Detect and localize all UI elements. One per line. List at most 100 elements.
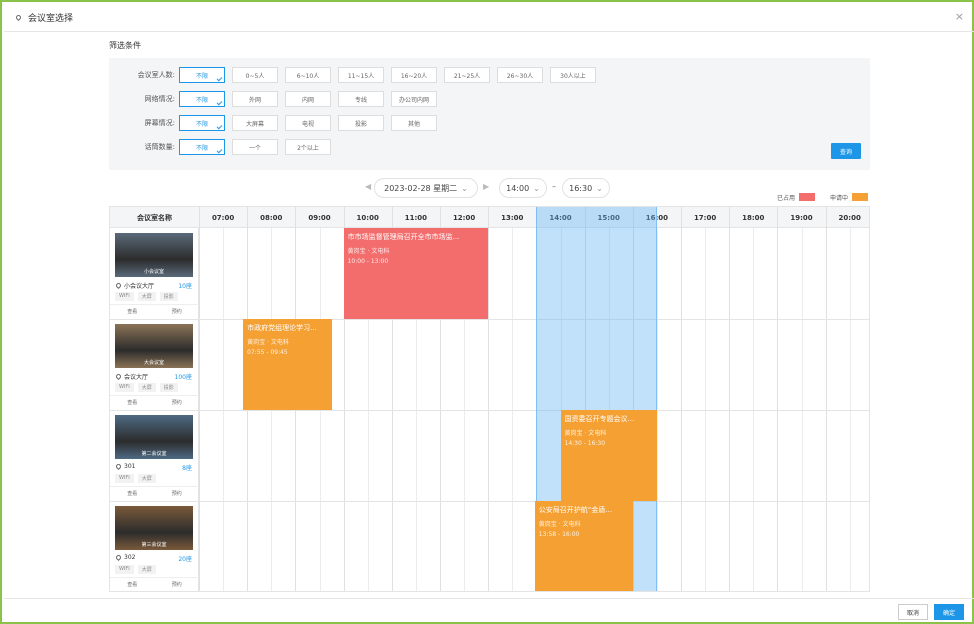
location-pin-icon [114, 553, 123, 562]
dialog-footer: 取消 确定 [4, 598, 974, 624]
filter-option[interactable]: 其他 [391, 115, 437, 131]
filter-label: 网络情况: [144, 95, 175, 103]
booking-time: 10:00 - 13:00 [347, 258, 389, 265]
filter-option[interactable]: 16~20人 [391, 67, 437, 83]
start-time-value: 14:00 [506, 183, 530, 193]
filter-option[interactable]: 外网 [232, 91, 278, 107]
filter-option[interactable]: 投影 [338, 115, 384, 131]
start-time-select[interactable]: 14:00 ⌄ [499, 178, 547, 198]
booking-block[interactable]: 市市场监督管理局召开全市市场监... 黄岗宝 · 文电科 10:00 - 13:00 [343, 228, 489, 319]
room-photo-caption: 大会议室 [143, 360, 164, 366]
legend-pending-label: 申请中 [830, 194, 849, 202]
room-actions: 查看 预约 [110, 395, 199, 409]
room-photo[interactable]: 小会议室 [115, 233, 193, 277]
date-bar: ◀ 2023-02-28 星期二 ⌄ ▶ 14:00 ⌄ – 16:30 ⌄ [2, 178, 974, 198]
filter-row: 网络情况: 不限 外网 内网 专线 办公司内网 [109, 91, 444, 107]
room-photo[interactable]: 大会议室 [115, 324, 193, 368]
filter-option[interactable]: 大屏幕 [232, 115, 278, 131]
filter-option[interactable]: 30人以上 [550, 67, 596, 83]
filter-option[interactable]: 2个以上 [285, 139, 331, 155]
room-tag: WIFI [115, 383, 134, 392]
next-day-icon[interactable]: ▶ [483, 182, 489, 191]
room-card: 小会议室 小会议大厅 10座 WIFI 大屏 投影 查看 预约 [110, 228, 199, 319]
confirm-button[interactable]: 确定 [934, 604, 964, 620]
filter-option[interactable]: 不限 [179, 67, 225, 83]
room-photo[interactable]: 第三会议室 [115, 506, 193, 550]
room-tags: WIFI 大屏 [115, 565, 160, 574]
booking-block[interactable]: 国资委召开专题会议... 黄岗宝 · 文电科 14:30 - 16:30 [560, 410, 657, 501]
room-tag: 投影 [159, 292, 178, 301]
view-room-button[interactable]: 查看 [110, 396, 155, 409]
close-icon[interactable]: × [955, 10, 964, 23]
room-tag: 大屏 [137, 292, 156, 301]
room-capacity: 10座 [178, 283, 192, 290]
filter-label: 话筒数量: [144, 143, 175, 151]
filter-label: 屏幕情况: [144, 119, 175, 127]
room-name-text: 302 [124, 554, 136, 561]
location-pin-icon [114, 462, 123, 471]
filter-option[interactable]: 6~10人 [285, 67, 331, 83]
filter-row: 话筒数量: 不限 一个 2个以上 [109, 139, 338, 155]
book-room-button[interactable]: 预约 [155, 305, 200, 318]
filter-option[interactable]: 26~30人 [497, 67, 543, 83]
filter-option[interactable]: 不限 [179, 115, 225, 131]
room-name: 302 [114, 553, 136, 562]
booking-time: 13:58 - 16:00 [538, 531, 580, 538]
filter-option[interactable]: 内网 [285, 91, 331, 107]
prev-day-icon[interactable]: ◀ [365, 182, 371, 191]
room-photo-caption: 小会议室 [143, 269, 164, 275]
room-column-header: 会议室名称 [137, 213, 172, 222]
query-button[interactable]: 查询 [831, 143, 861, 159]
location-pin-icon [14, 13, 23, 22]
end-time-value: 16:30 [569, 183, 593, 193]
filter-option[interactable]: 不限 [179, 139, 225, 155]
book-room-button[interactable]: 预约 [155, 396, 200, 409]
view-room-button[interactable]: 查看 [110, 487, 155, 500]
filter-option[interactable]: 不限 [179, 91, 225, 107]
room-actions: 查看 预约 [110, 486, 199, 500]
location-pin-icon [114, 281, 123, 290]
view-room-button[interactable]: 查看 [110, 305, 155, 318]
schedule-grid: 会议室名称 07:00 08:00 09:00 10:00 11:00 12:00 13:0… [109, 206, 870, 592]
hour-header: 20:00 [838, 213, 861, 222]
room-tag: 大屏 [137, 565, 156, 574]
cancel-button[interactable]: 取消 [898, 604, 928, 620]
filter-option[interactable]: 11~15人 [338, 67, 384, 83]
end-time-select[interactable]: 16:30 ⌄ [562, 178, 610, 198]
date-value: 2023-02-28 星期二 [384, 183, 458, 193]
booking-block[interactable]: 市政府党组理论学习... 黄岗宝 · 文电科 07:55 - 09:45 [243, 319, 332, 410]
filter-row: 会议室人数: 不限 0~5人 6~10人 11~15人 16~20人 21~25人 26~30… [109, 67, 603, 83]
filter-option[interactable]: 21~25人 [444, 67, 490, 83]
filter-option[interactable]: 专线 [338, 91, 384, 107]
room-name-text: 301 [124, 463, 136, 470]
hour-header: 08:00 [260, 213, 283, 222]
hour-header: 12:00 [452, 213, 476, 222]
booking-block[interactable]: 公安局召开护航“金盾... 黄岗宝 · 文电科 13:58 - 16:00 [534, 501, 633, 591]
grid-line [199, 207, 200, 591]
date-picker[interactable]: 2023-02-28 星期二 ⌄ [374, 178, 478, 198]
legend-occupied-label: 已占用 [777, 194, 796, 202]
legend-occupied: 已占用 [777, 192, 816, 202]
room-tag: 大屏 [137, 383, 156, 392]
room-photo[interactable]: 第二会议室 [115, 415, 193, 459]
hour-header: 09:00 [308, 213, 331, 222]
filter-label: 会议室人数: [137, 71, 175, 79]
grid-line [729, 207, 731, 591]
booking-organizer: 黄岗宝 · 文电科 [564, 430, 607, 437]
filter-option[interactable]: 0~5人 [232, 67, 278, 83]
room-photo-caption: 第三会议室 [141, 542, 167, 548]
room-tag: 大屏 [137, 474, 156, 483]
filter-option[interactable]: 办公司内网 [391, 91, 437, 107]
dialog-titlebar: 会议室选择 × [4, 4, 974, 32]
book-room-button[interactable]: 预约 [155, 487, 200, 500]
hour-header: 07:00 [211, 213, 235, 222]
filter-option[interactable]: 一个 [232, 139, 278, 155]
room-card: 第二会议室 301 8座 WIFI 大屏 查看 预约 [110, 410, 199, 501]
view-room-button[interactable]: 查看 [110, 578, 155, 591]
filter-option[interactable]: 电视 [285, 115, 331, 131]
book-room-button[interactable]: 预约 [155, 578, 200, 591]
grid-line [825, 207, 827, 591]
dialog-title: 会议室选择 [28, 14, 74, 24]
room-tag: WIFI [115, 474, 134, 483]
filter-panel: 查询 会议室人数: 不限 0~5人 6~10人 11~15人 16~20人 21~25人 26… [109, 58, 870, 170]
